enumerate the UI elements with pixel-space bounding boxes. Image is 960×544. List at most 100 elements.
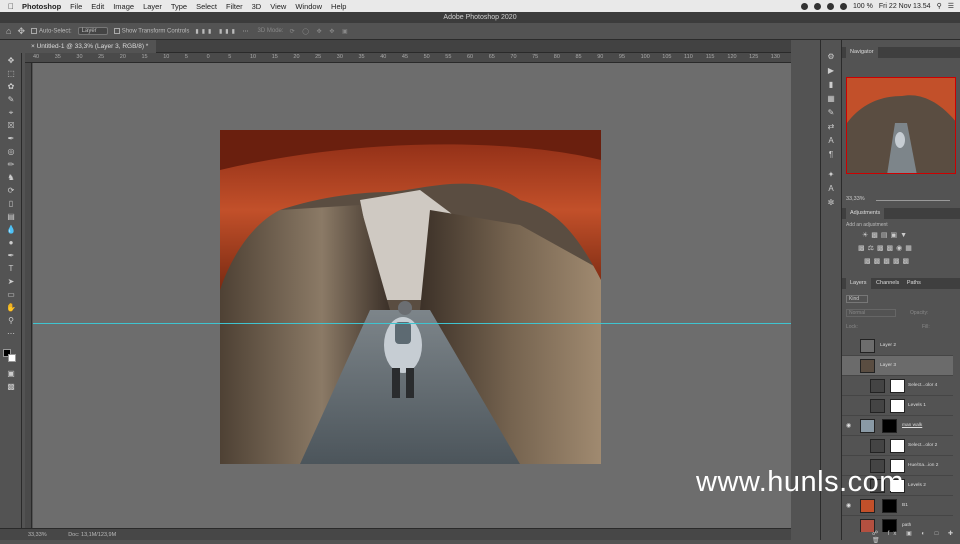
paragraph-icon[interactable]: ¶ xyxy=(825,150,837,160)
auto-select-checkbox[interactable]: Auto-Select: xyxy=(30,27,72,34)
document-image[interactable] xyxy=(220,130,601,464)
quick-select-tool-icon[interactable]: ✎ xyxy=(4,94,18,105)
eraser-tool-icon[interactable]: ▯ xyxy=(4,198,18,209)
layer-footer-icons[interactable]: ☍ fx ▣ ◐ □ ✚ 🗑 xyxy=(872,530,960,544)
navigator-preview[interactable] xyxy=(846,77,956,174)
clone-stamp-tool-icon[interactable]: ♞ xyxy=(4,172,18,183)
actions-icon[interactable]: ▶ xyxy=(825,66,837,76)
background-color-swatch[interactable] xyxy=(8,354,16,362)
adjustment-icons-row1[interactable]: ☀▩▤▣▼ xyxy=(862,231,910,239)
menu-help[interactable]: Help xyxy=(331,2,346,11)
navigator-zoom[interactable]: 33,33% xyxy=(846,196,865,202)
3d-tools-icons[interactable]: ⟳ ◯ ✥ ✥ ▣ xyxy=(290,28,351,35)
transform-controls-checkbox[interactable]: Show Transform Controls xyxy=(113,27,189,34)
styles-icon[interactable]: ✼ xyxy=(825,198,837,208)
apple-icon[interactable]:  xyxy=(0,2,22,11)
menu-edit[interactable]: Edit xyxy=(91,2,104,11)
more-tools-icon[interactable]: ⋯ xyxy=(4,328,18,339)
navigator-zoom-slider[interactable] xyxy=(876,200,950,201)
menu-3d[interactable]: 3D xyxy=(252,2,262,11)
vertical-ruler[interactable] xyxy=(25,63,32,528)
layer-row[interactable]: Levels 1 xyxy=(842,396,953,416)
eye-icon[interactable]: ◉ xyxy=(846,496,854,516)
history-brush-tool-icon[interactable]: ⟳ xyxy=(4,185,18,196)
blur-tool-icon[interactable]: 💧 xyxy=(4,224,18,235)
brush-tool-icon[interactable]: ✏ xyxy=(4,159,18,170)
screen-mode-icon[interactable]: ▩ xyxy=(4,381,18,392)
zoom-tool-icon[interactable]: ⚲ xyxy=(4,315,18,326)
align-icons[interactable]: ▮▮▮ ▮▮▮ ⋯ xyxy=(195,28,251,35)
marquee-tool-icon[interactable]: ⬚ xyxy=(4,68,18,79)
path-select-tool-icon[interactable]: ➤ xyxy=(4,276,18,287)
battery-text[interactable]: 100 % xyxy=(853,3,873,10)
menu-type[interactable]: Type xyxy=(171,2,187,11)
layer-row-selected[interactable]: Layer 3 xyxy=(842,356,953,376)
frame-tool-icon[interactable]: ☒ xyxy=(4,120,18,131)
move-tool-icon[interactable]: ✥ xyxy=(4,55,18,66)
document-tab[interactable]: × Untitled-1 @ 33,3% (Layer 3, RGB/8) * xyxy=(25,40,157,53)
layer-row[interactable]: Select...olor 4 xyxy=(842,376,953,396)
search-icon[interactable]: ⚲ xyxy=(937,2,942,10)
layer-row[interactable]: ◉ man walk xyxy=(842,416,953,436)
creative-cloud-icon[interactable] xyxy=(826,2,834,10)
layer-filter-kind[interactable]: Kind xyxy=(846,295,869,303)
layer-row[interactable]: Select...olor 2 xyxy=(842,436,953,456)
menu-file[interactable]: File xyxy=(70,2,82,11)
menu-select[interactable]: Select xyxy=(196,2,217,11)
menu-layer[interactable]: Layer xyxy=(143,2,162,11)
crop-tool-icon[interactable]: ⌖ xyxy=(4,107,18,118)
menu-filter[interactable]: Filter xyxy=(226,2,243,11)
lasso-tool-icon[interactable]: ✿ xyxy=(4,81,18,92)
navigator-header[interactable]: Navigator xyxy=(842,47,960,58)
menu-image[interactable]: Image xyxy=(113,2,134,11)
menu-view[interactable]: View xyxy=(270,2,286,11)
status-doc: Doc: 13,1M/123,9M xyxy=(68,532,117,538)
ruler-tick-label: 125 xyxy=(749,54,759,60)
quick-mask-icon[interactable]: ▣ xyxy=(4,368,18,379)
pen-tool-icon[interactable]: ✒ xyxy=(4,250,18,261)
auto-select-dropdown[interactable]: Layer xyxy=(77,27,108,35)
ruler-tick-label: 20 xyxy=(119,54,126,60)
app-menu[interactable]: Photoshop xyxy=(22,2,61,11)
horizontal-ruler[interactable]: 40 35 30 25 20 15 10 5 0 5 10 15 20 25 30 35 40 45 50 55 60 6… xyxy=(25,53,791,63)
move-tool-icon[interactable]: ✥ xyxy=(17,26,25,37)
layer-row[interactable]: ◉ B1 xyxy=(842,496,953,516)
tab-layers[interactable]: Layers xyxy=(846,278,871,289)
ruler-tick-label: 85 xyxy=(575,54,582,60)
adjustment-icons-row3[interactable]: ▩▩▩▩▩ xyxy=(864,257,912,265)
menu-window[interactable]: Window xyxy=(295,2,322,11)
datetime[interactable]: Fri 22 Nov 13.54 xyxy=(879,3,931,10)
adjustments-header[interactable]: Adjustments xyxy=(842,208,960,219)
character-icon[interactable]: A xyxy=(825,136,837,146)
adjustment-icons-row2[interactable]: ▩⚖▩▩◉▦ xyxy=(858,244,915,252)
history-icon[interactable]: ⚙ xyxy=(825,52,837,62)
3d-icon[interactable]: ✦ xyxy=(825,170,837,180)
type-tool-icon[interactable]: T xyxy=(4,263,18,274)
menu-list-icon[interactable]: ☰ xyxy=(948,2,954,10)
blend-mode-select[interactable]: Normal xyxy=(846,309,897,317)
hand-tool-icon[interactable]: ✋ xyxy=(4,302,18,313)
tab-paths[interactable]: Paths xyxy=(907,280,921,286)
glyphs-icon[interactable]: A xyxy=(825,184,837,194)
home-icon[interactable]: ⌂ xyxy=(6,26,11,36)
dropbox-icon[interactable] xyxy=(813,2,821,10)
rectangle-tool-icon[interactable]: ▭ xyxy=(4,289,18,300)
dodge-tool-icon[interactable]: ● xyxy=(4,237,18,248)
brush-settings-icon[interactable]: ✎ xyxy=(825,108,837,118)
swatches-icon[interactable]: ▦ xyxy=(825,94,837,104)
eyedropper-tool-icon[interactable]: ✒ xyxy=(4,133,18,144)
tab-channels[interactable]: Channels xyxy=(876,280,899,286)
ruler-tick-label: 20 xyxy=(293,54,300,60)
status-zoom[interactable]: 33,33% xyxy=(28,532,47,538)
status-app-icon[interactable] xyxy=(800,2,808,10)
ruler-tick-label: 70 xyxy=(510,54,517,60)
wifi-icon[interactable] xyxy=(839,2,847,10)
libraries-icon[interactable]: ▮ xyxy=(825,80,837,90)
ruler-tick-label: 5 xyxy=(184,54,188,60)
layer-row[interactable]: Layer 2 xyxy=(842,336,953,356)
gradient-tool-icon[interactable]: ▤ xyxy=(4,211,18,222)
horizontal-guide[interactable] xyxy=(33,323,791,324)
eye-icon[interactable]: ◉ xyxy=(846,416,854,436)
healing-tool-icon[interactable]: ◎ xyxy=(4,146,18,157)
properties-icon[interactable]: ⇄ xyxy=(825,122,837,132)
